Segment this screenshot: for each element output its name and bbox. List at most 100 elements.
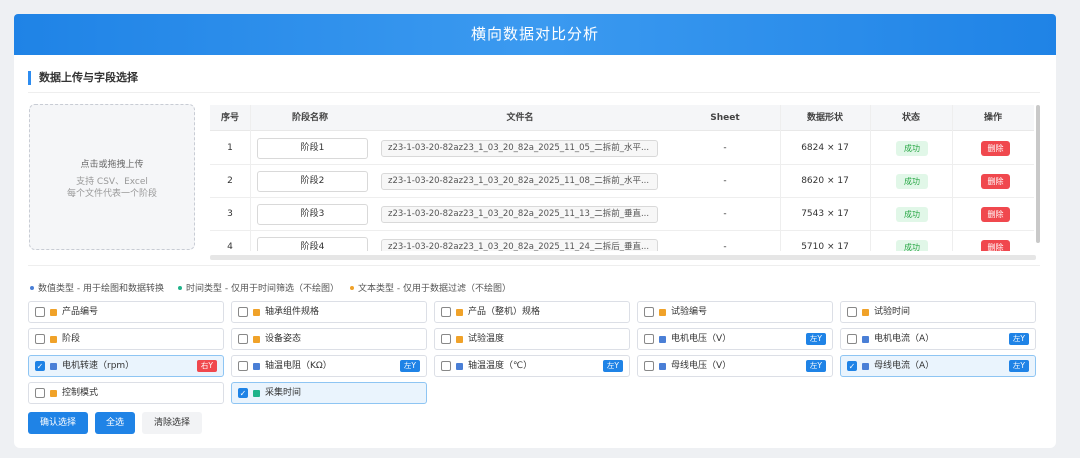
numeric-type-icon — [253, 363, 260, 370]
delete-button[interactable]: 删除 — [981, 141, 1010, 156]
upload-dropzone[interactable]: 点击或拖拽上传 支持 CSV、Excel 每个文件代表一个阶段 — [29, 104, 195, 250]
field-option[interactable]: 试验编号 — [637, 301, 833, 323]
field-label: 母线电压（V） — [671, 361, 732, 371]
table-horizontal-scrollbar[interactable] — [210, 255, 1036, 260]
text-dot-icon — [350, 285, 354, 290]
field-option[interactable]: 轴温温度（℃） 左Y — [434, 355, 630, 377]
field-label: 设备姿态 — [265, 334, 302, 344]
checkbox[interactable]: ✓ — [238, 388, 248, 398]
axis-badge[interactable]: 左Y — [805, 360, 826, 372]
axis-badge[interactable]: 左Y — [602, 360, 623, 372]
numeric-type-icon — [659, 336, 666, 343]
field-option[interactable]: 轴温电阻（KΩ） 左Y — [231, 355, 427, 377]
delete-button[interactable]: 删除 — [981, 240, 1010, 251]
field-option[interactable]: ✓ 电机转速（rpm） 右Y — [28, 355, 224, 377]
section-divider — [28, 92, 1040, 93]
field-option[interactable]: 产品（整机）规格 — [434, 301, 630, 323]
axis-badge[interactable]: 左Y — [805, 333, 826, 345]
checkbox[interactable] — [644, 361, 654, 371]
checkbox[interactable] — [35, 334, 45, 344]
field-option[interactable]: 电机电流（A） 左Y — [840, 328, 1036, 350]
field-option[interactable]: 设备姿态 — [231, 328, 427, 350]
text-type-icon — [659, 309, 666, 316]
shape-cell: 8620 × 17 — [801, 176, 849, 186]
axis-badge[interactable]: 左Y — [1008, 333, 1029, 345]
field-option[interactable]: ✓ 母线电流（A） 左Y — [840, 355, 1036, 377]
legend-text: 文本类型 - 仅用于数据过滤（不绘图） — [350, 281, 511, 294]
stage-name-input[interactable]: 阶段2 — [257, 171, 368, 192]
checkbox[interactable] — [644, 307, 654, 317]
clear-selection-button[interactable]: 清除选择 — [142, 412, 202, 434]
text-type-icon — [253, 336, 260, 343]
stage-name-input[interactable]: 阶段4 — [257, 237, 368, 251]
checkbox[interactable]: ✓ — [35, 361, 45, 371]
row-index: 4 — [227, 242, 233, 251]
confirm-button[interactable]: 确认选择 — [28, 412, 88, 434]
field-label: 试验时间 — [874, 307, 911, 317]
main-panel: 数据上传与字段选择 点击或拖拽上传 支持 CSV、Excel 每个文件代表一个阶… — [14, 55, 1056, 448]
checkbox[interactable] — [441, 334, 451, 344]
field-section-divider — [28, 265, 1040, 266]
field-option[interactable]: ✓ 采集时间 — [231, 382, 427, 404]
status-badge: 成功 — [896, 207, 928, 222]
checkbox[interactable] — [441, 307, 451, 317]
text-type-icon — [253, 309, 260, 316]
delete-button[interactable]: 删除 — [981, 207, 1010, 222]
row-index: 2 — [227, 176, 233, 186]
checkbox[interactable] — [847, 307, 857, 317]
field-option[interactable]: 试验时间 — [840, 301, 1036, 323]
sheet-cell: - — [723, 209, 727, 219]
checkbox[interactable] — [441, 361, 451, 371]
numeric-type-icon — [862, 336, 869, 343]
file-name-field: z23-1-03-20-82az23_1_03_20_82a_2025_11_0… — [381, 173, 658, 190]
checkbox[interactable] — [35, 307, 45, 317]
table-row: 4 阶段4 z23-1-03-20-82az23_1_03_20_82a_2025_… — [210, 231, 1034, 251]
table-vertical-scrollbar[interactable] — [1036, 105, 1040, 243]
column-divider — [870, 105, 871, 251]
column-divider — [780, 105, 781, 251]
field-option[interactable]: 母线电压（V） 左Y — [637, 355, 833, 377]
stage-name-input[interactable]: 阶段1 — [257, 138, 368, 159]
field-option[interactable]: 产品编号 — [28, 301, 224, 323]
field-option[interactable]: 电机电压（V） 左Y — [637, 328, 833, 350]
axis-badge[interactable]: 左Y — [1008, 360, 1029, 372]
field-option[interactable]: 阶段 — [28, 328, 224, 350]
field-label: 电机电流（A） — [874, 334, 935, 344]
numeric-type-icon — [456, 363, 463, 370]
time-dot-icon — [178, 285, 182, 290]
table-header: 序号 阶段名称 文件名 Sheet 数据形状 状态 操作 — [210, 105, 1034, 131]
legend-numeric: 数值类型 - 用于绘图和数据转换 — [30, 281, 164, 294]
col-action: 操作 — [983, 113, 1002, 123]
checkbox[interactable] — [35, 388, 45, 398]
axis-badge[interactable]: 左Y — [399, 360, 420, 372]
text-type-icon — [50, 309, 57, 316]
field-option[interactable]: 控制模式 — [28, 382, 224, 404]
text-type-icon — [50, 336, 57, 343]
stage-name-input[interactable]: 阶段3 — [257, 204, 368, 225]
checkbox[interactable] — [238, 361, 248, 371]
select-all-button[interactable]: 全选 — [95, 412, 135, 434]
checkbox[interactable] — [644, 334, 654, 344]
text-type-icon — [456, 309, 463, 316]
field-label: 轴承组件规格 — [265, 307, 320, 317]
section-title: 数据上传与字段选择 — [28, 71, 138, 85]
col-file: 文件名 — [506, 113, 534, 123]
checkbox[interactable] — [847, 334, 857, 344]
col-stage: 阶段名称 — [291, 113, 328, 123]
field-option[interactable]: 试验温度 — [434, 328, 630, 350]
axis-badge[interactable]: 右Y — [196, 360, 217, 372]
col-status: 状态 — [901, 113, 920, 123]
field-option[interactable]: 轴承组件规格 — [231, 301, 427, 323]
field-label: 阶段 — [62, 334, 81, 344]
col-sheet: Sheet — [710, 113, 740, 123]
column-divider — [250, 105, 251, 251]
checkbox[interactable] — [238, 334, 248, 344]
delete-button[interactable]: 删除 — [981, 174, 1010, 189]
checkbox[interactable]: ✓ — [847, 361, 857, 371]
row-index: 1 — [227, 143, 233, 153]
col-index: 序号 — [220, 113, 239, 123]
field-label: 电机电压（V） — [671, 334, 732, 344]
checkbox[interactable] — [238, 307, 248, 317]
shape-cell: 7543 × 17 — [801, 209, 849, 219]
status-badge: 成功 — [896, 141, 928, 156]
